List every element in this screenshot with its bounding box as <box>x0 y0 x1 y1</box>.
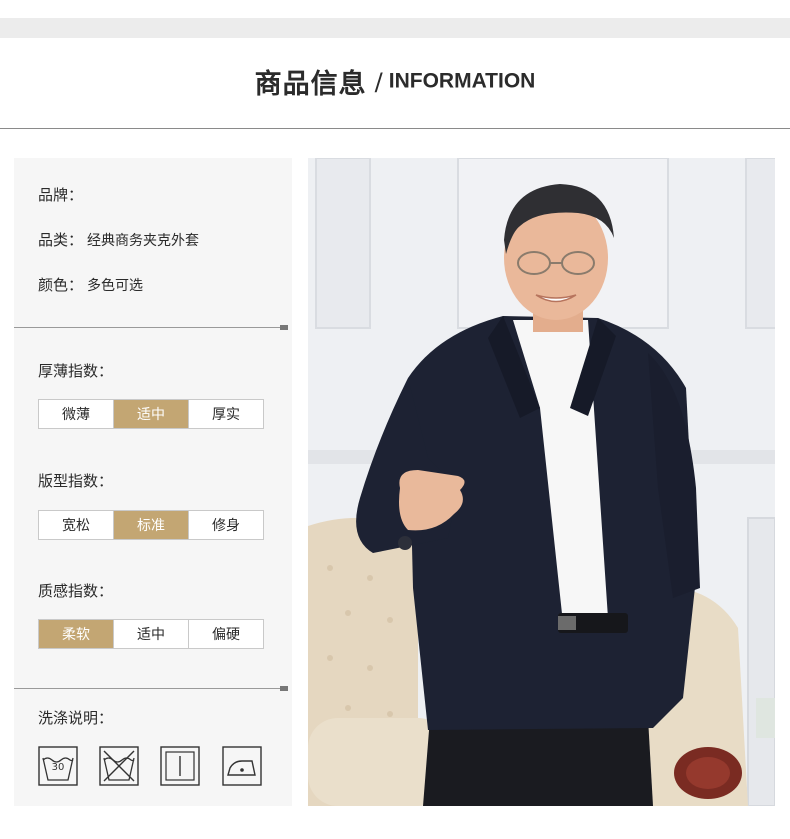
divider <box>14 327 288 328</box>
fit-label: 版型指数： <box>38 472 114 490</box>
care-icons: 30 <box>38 746 270 788</box>
title-separator: / <box>374 67 383 96</box>
texture-option-soft-selected: 柔软 <box>39 620 114 648</box>
fit-option-slim: 修身 <box>212 518 240 534</box>
texture-option-stiff: 偏硬 <box>212 627 240 643</box>
iron-low-icon <box>222 746 262 786</box>
line-dry-icon <box>160 746 200 786</box>
divider-mark <box>280 686 288 691</box>
wash-temperature: 30 <box>51 762 65 773</box>
model-photo-illustration <box>308 158 775 806</box>
product-model-photo <box>308 158 775 806</box>
thickness-option-medium-selected: 适中 <box>114 400 189 428</box>
thickness-label: 厚薄指数： <box>38 362 114 380</box>
category-label: 品类： <box>38 231 84 249</box>
thickness-scale: 微薄 适中 厚实 <box>38 399 264 429</box>
no-bleach-icon <box>99 746 139 786</box>
texture-scale: 柔软 适中 偏硬 <box>38 619 264 649</box>
category-row: 品类： 经典商务夹克外套 <box>38 229 199 250</box>
divider-mark <box>280 325 288 330</box>
color-label: 颜色： <box>38 276 84 294</box>
divider <box>14 688 288 689</box>
fit-option-loose: 宽松 <box>39 511 114 539</box>
header-divider <box>0 128 790 129</box>
thickness-option-thick: 厚实 <box>212 407 240 423</box>
color-row: 颜色： 多色可选 <box>38 274 143 295</box>
texture-label: 质感指数： <box>38 582 114 600</box>
wash-30-icon: 30 <box>38 746 78 786</box>
product-info-panel: 品牌： 品类： 经典商务夹克外套 颜色： 多色可选 厚薄指数： 微薄 适中 厚实 版… <box>14 158 292 806</box>
brand-label: 品牌： <box>38 186 84 204</box>
care-label: 洗涤说明： <box>38 709 114 727</box>
section-title-cn: 商品信息 <box>254 69 367 100</box>
texture-option-medium: 适中 <box>114 620 189 648</box>
section-header: 商品信息 / INFORMATION <box>0 62 790 101</box>
fit-option-standard-selected: 标准 <box>114 511 189 539</box>
section-title-en: INFORMATION <box>388 69 536 93</box>
category-value: 经典商务夹克外套 <box>87 233 200 249</box>
top-band <box>0 18 790 38</box>
fit-scale: 宽松 标准 修身 <box>38 510 264 540</box>
thickness-option-thin: 微薄 <box>39 400 114 428</box>
brand-row: 品牌： <box>38 184 87 205</box>
color-value: 多色可选 <box>87 278 144 294</box>
